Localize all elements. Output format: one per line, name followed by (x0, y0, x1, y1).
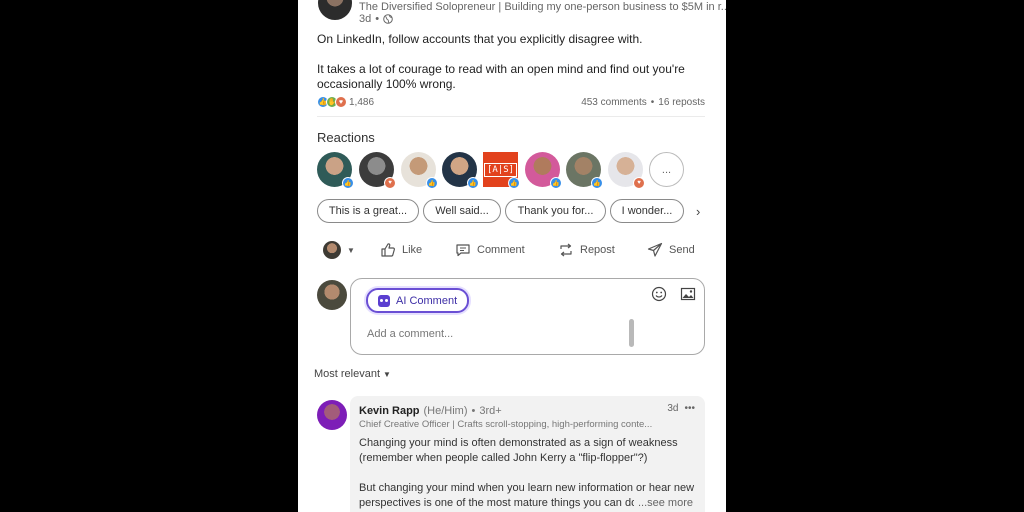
chevron-right-icon[interactable]: › (696, 203, 704, 219)
counts-separator: • (650, 97, 655, 108)
text-cursor-indicator (629, 319, 634, 347)
author-avatar[interactable] (318, 0, 352, 20)
comment-icon (456, 244, 470, 257)
love-badge-icon: ♥ (633, 177, 645, 189)
post-text-line: On LinkedIn, follow accounts that you ex… (317, 32, 643, 46)
comment-text-line: Changing your mind is often demonstrated… (359, 437, 678, 449)
engagement-counts: 453 comments • 16 reposts (581, 97, 705, 108)
comment-text-line: (remember when people called John Kerry … (359, 452, 648, 464)
like-badge-icon: 👍 (591, 177, 603, 189)
reactor-avatar[interactable]: 👍 (442, 152, 479, 189)
comment-text-line: But changing your mind when you learn ne… (359, 482, 695, 494)
emoji-icon[interactable] (651, 286, 667, 302)
suggestion-chip[interactable]: I wonder... (610, 199, 684, 223)
like-badge-icon: 👍 (508, 177, 520, 189)
robot-icon (378, 294, 390, 307)
reactor-avatar[interactable]: 👍 (566, 152, 603, 189)
like-button[interactable]: Like (380, 240, 422, 260)
ai-comment-button[interactable]: AI Comment (366, 288, 470, 313)
divider (317, 116, 705, 117)
like-badge-icon: 👍 (550, 177, 562, 189)
commenter-avatar[interactable] (317, 400, 347, 430)
more-options-icon[interactable]: ••• (684, 403, 695, 414)
reposts-count[interactable]: 16 reposts (658, 97, 705, 108)
connection-degree: 3rd+ (479, 405, 502, 417)
send-button[interactable]: Send (647, 240, 695, 260)
like-badge-icon: 👍 (467, 177, 479, 189)
send-icon (647, 242, 663, 257)
reactions-count[interactable]: 1,486 (349, 97, 374, 108)
suggestion-chip[interactable]: This is a great... (317, 199, 419, 223)
like-badge-icon: 👍 (426, 177, 438, 189)
post-time: 3d (359, 13, 372, 25)
comment-input[interactable] (367, 325, 617, 343)
reaction-identity-switcher[interactable]: ▼ (323, 240, 355, 260)
comments-count[interactable]: 453 comments (581, 97, 647, 108)
send-label: Send (669, 244, 695, 256)
reactor-avatar[interactable]: ♥ (359, 152, 396, 189)
repost-label: Repost (580, 244, 615, 256)
caret-down-icon: ▼ (347, 245, 355, 255)
reactor-avatar[interactable]: ♥ (608, 152, 645, 189)
more-reactors-button[interactable]: ... (649, 152, 684, 187)
thumbs-up-icon (381, 243, 395, 257)
suggestion-chip[interactable]: Well said... (423, 199, 501, 223)
commenter-name[interactable]: Kevin Rapp (359, 405, 420, 417)
globe-icon (383, 14, 393, 24)
meta-separator: • (471, 405, 476, 417)
reactor-company-logo[interactable]: [A|S] 👍 (483, 152, 520, 189)
repost-icon (560, 243, 572, 257)
reactor-avatar[interactable]: 👍 (401, 152, 438, 189)
comment-sort-dropdown[interactable]: Most relevant ▼ (314, 368, 391, 380)
comment-composer[interactable]: AI Comment (350, 278, 705, 355)
post-text-line: occasionally 100% wrong. (317, 77, 456, 91)
sort-label: Most relevant (314, 368, 381, 380)
comment-time: 3d (667, 403, 679, 414)
repost-button[interactable]: Repost (558, 240, 615, 260)
commenter-name-row: Kevin Rapp (He/Him) • 3rd+ (359, 405, 502, 417)
post-meta: 3d • (359, 13, 393, 25)
reactor-avatar[interactable]: 👍 (525, 152, 562, 189)
reaction-summary-icons[interactable]: 👍 ✋ ♥ (317, 96, 347, 108)
comment-item: Kevin Rapp (He/Him) • 3rd+ 3d ••• Chief … (350, 396, 705, 512)
like-label: Like (402, 244, 423, 256)
comment-time-row: 3d ••• (667, 403, 695, 414)
like-badge-icon: 👍 (342, 177, 354, 189)
post-text-line: It takes a lot of courage to read with a… (317, 62, 685, 76)
current-user-avatar (323, 241, 341, 259)
author-headline: The Diversified Solopreneur | Building m… (359, 1, 726, 13)
reactor-avatar[interactable]: 👍 (317, 152, 354, 189)
love-reaction-icon: ♥ (335, 96, 347, 108)
ai-comment-label: AI Comment (396, 294, 458, 307)
meta-separator: • (375, 13, 380, 25)
comment-button[interactable]: Comment (455, 240, 525, 260)
reactions-title: Reactions (317, 130, 375, 145)
see-more-link[interactable]: ...see more (633, 497, 693, 509)
comment-label: Comment (477, 244, 525, 256)
image-icon[interactable] (680, 286, 696, 302)
current-user-avatar[interactable] (317, 280, 347, 310)
linkedin-post-panel: The Diversified Solopreneur | Building m… (298, 0, 726, 512)
company-logo-text: [A|S] (483, 162, 518, 177)
love-badge-icon: ♥ (384, 177, 396, 189)
comment-text-line: perspectives is one of the most mature t… (359, 497, 638, 509)
commenter-pronouns: (He/Him) (423, 405, 468, 417)
commenter-headline: Chief Creative Officer | Crafts scroll-s… (359, 419, 653, 430)
suggestion-chip[interactable]: Thank you for... (505, 199, 606, 223)
caret-down-icon: ▼ (383, 369, 391, 379)
